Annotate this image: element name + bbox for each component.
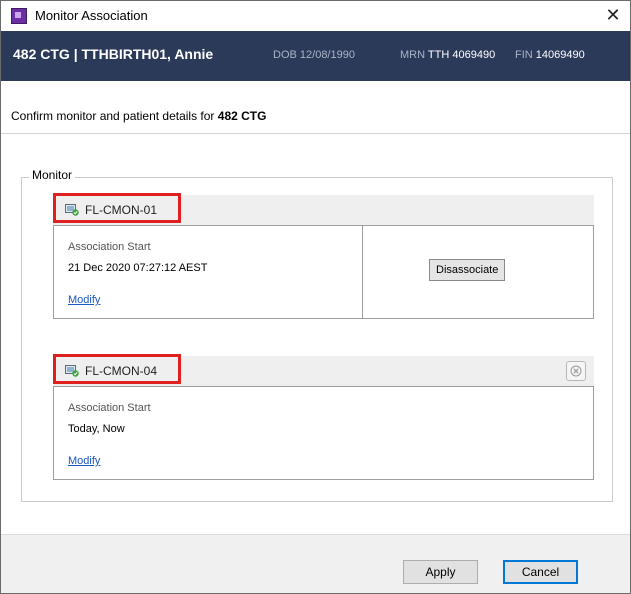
association-start-value: 21 Dec 2020 07:27:12 AEST xyxy=(68,262,208,274)
title-bar: Monitor Association ✕ xyxy=(1,1,630,31)
confirm-device: 482 CTG xyxy=(217,109,267,123)
confirm-text: Confirm monitor and patient details for … xyxy=(11,109,266,123)
modify-link[interactable]: Modify xyxy=(68,294,100,306)
remove-circle-icon[interactable] xyxy=(566,361,586,381)
modify-link[interactable]: Modify xyxy=(68,455,100,467)
association-start-label: Association Start xyxy=(68,241,151,253)
monitor-card-header: FL-CMON-01 xyxy=(53,193,594,225)
apply-button[interactable]: Apply xyxy=(403,560,478,584)
monitor-association-dialog: Monitor Association ✕ 482 CTG | TTHBIRTH… xyxy=(0,0,631,594)
dob-value: 12/08/1990 xyxy=(299,49,355,61)
monitor-group-legend: Monitor xyxy=(29,168,76,182)
fin-value: 14069490 xyxy=(535,49,585,61)
monitor-card-header: FL-CMON-04 xyxy=(53,354,594,386)
monitor-icon xyxy=(65,365,79,377)
window-title: Monitor Association xyxy=(35,8,148,23)
fin-info: FIN 14069490 xyxy=(515,49,585,61)
confirm-prefix: Confirm monitor and patient details for xyxy=(11,109,218,123)
card-divider xyxy=(362,226,363,318)
dob-info: DOB 12/08/1990 xyxy=(273,49,355,61)
patient-banner: 482 CTG | TTHBIRTH01, Annie DOB 12/08/19… xyxy=(1,31,630,81)
confirm-header: Confirm monitor and patient details for … xyxy=(1,81,630,134)
association-start-value: Today, Now xyxy=(68,423,125,435)
cancel-button[interactable]: Cancel xyxy=(503,560,578,584)
patient-name: 482 CTG | TTHBIRTH01, Annie xyxy=(13,46,214,62)
mrn-value: TTH 4069490 xyxy=(427,49,496,61)
dialog-footer: Apply Cancel xyxy=(1,534,630,593)
app-icon xyxy=(11,8,27,24)
monitor-name: FL-CMON-01 xyxy=(85,203,158,217)
mrn-info: MRN TTH 4069490 xyxy=(400,49,495,61)
close-icon[interactable]: ✕ xyxy=(602,4,624,26)
dob-label: DOB xyxy=(273,49,297,61)
monitor-name: FL-CMON-04 xyxy=(85,364,158,378)
mrn-label: MRN xyxy=(400,49,426,61)
monitor-card-body: Association Start Today, Now Modify xyxy=(53,386,594,480)
monitor-icon xyxy=(65,204,79,216)
disassociate-button[interactable]: Disassociate xyxy=(429,259,506,281)
monitor-card-body: Association Start 21 Dec 2020 07:27:12 A… xyxy=(53,225,594,319)
association-start-label: Association Start xyxy=(68,402,151,414)
fin-label: FIN xyxy=(515,49,533,61)
